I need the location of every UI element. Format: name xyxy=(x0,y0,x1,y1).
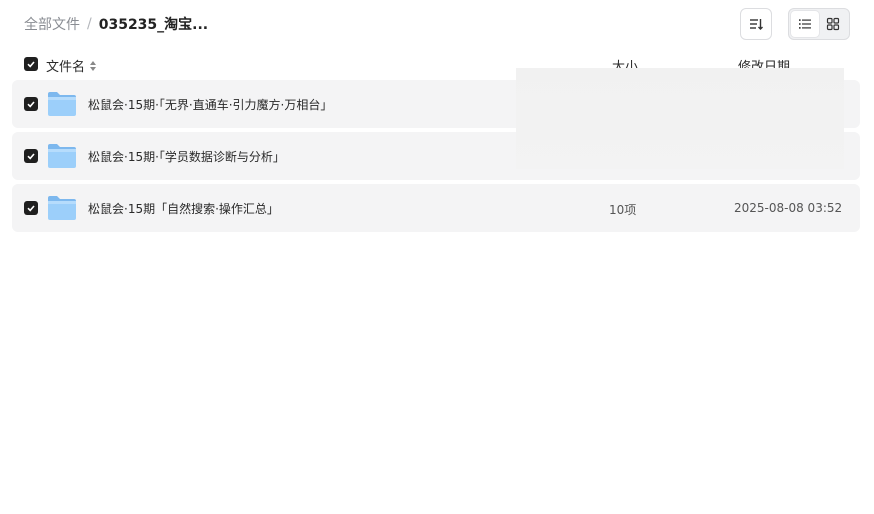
folder-icon xyxy=(48,144,76,168)
list-view-button[interactable] xyxy=(791,11,819,37)
obscured-region xyxy=(516,68,844,169)
check-icon xyxy=(27,205,35,212)
breadcrumb-current: 035235_淘宝... xyxy=(98,17,209,33)
folder-icon xyxy=(48,196,76,220)
list-view-icon xyxy=(799,19,811,29)
row-checkbox[interactable] xyxy=(24,97,38,111)
breadcrumb-root-link[interactable]: 全部文件 xyxy=(24,14,80,34)
table-row[interactable]: 松鼠会·15期「自然搜索·操作汇总」 10项 2025-08-08 03:52 xyxy=(12,184,860,232)
file-date: 2025-08-08 03:52 xyxy=(734,201,843,215)
breadcrumb-separator: / xyxy=(87,16,92,32)
grid-view-button[interactable] xyxy=(819,11,847,37)
grid-view-icon xyxy=(826,17,840,31)
breadcrumb: 全部文件 / 035235_淘宝... xyxy=(24,14,208,34)
folder-icon xyxy=(48,92,76,116)
sort-arrows-icon xyxy=(89,60,97,72)
row-checkbox[interactable] xyxy=(24,201,38,215)
file-name[interactable]: 松鼠会·15期·「学员数据诊断与分析」 xyxy=(88,148,285,165)
sort-button[interactable] xyxy=(740,8,772,40)
view-toggle xyxy=(788,8,850,40)
check-icon xyxy=(27,101,35,108)
sort-list-icon xyxy=(750,19,763,30)
file-name[interactable]: 松鼠会·15期「自然搜索·操作汇总」 xyxy=(88,200,279,217)
file-name[interactable]: 松鼠会·15期·「无界·直通车·引力魔方·万相台」 xyxy=(88,96,332,113)
check-icon xyxy=(27,153,35,160)
file-size: 10项 xyxy=(609,203,637,217)
row-checkbox[interactable] xyxy=(24,149,38,163)
column-header-name[interactable]: 文件名 xyxy=(46,56,97,75)
select-all-checkbox[interactable] xyxy=(24,57,38,71)
check-icon xyxy=(27,61,35,68)
column-header-name-label: 文件名 xyxy=(46,60,86,75)
